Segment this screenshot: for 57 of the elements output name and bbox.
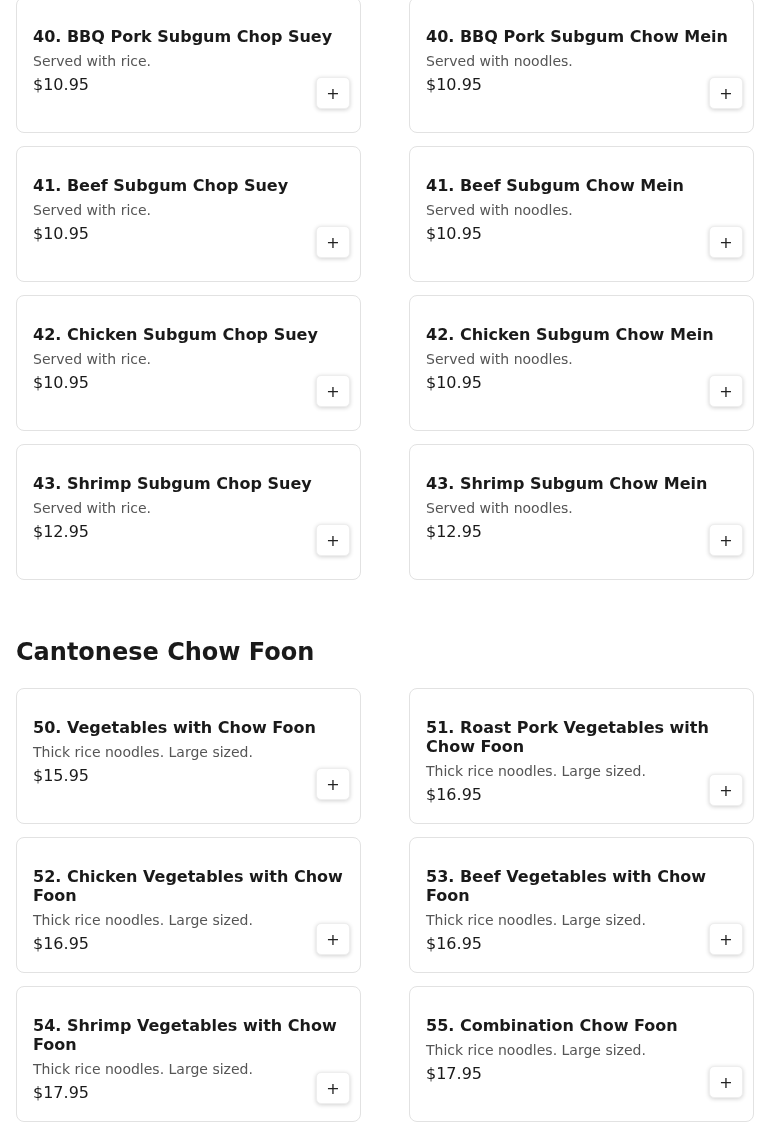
item-price: $10.95 [426, 224, 483, 244]
item-price: $12.95 [33, 522, 90, 542]
item-name: 52. Chicken Vegetables with Chow Foon [33, 867, 344, 905]
add-button[interactable]: + [316, 77, 350, 109]
item-price: $10.95 [426, 75, 483, 95]
item-name: 55. Combination Chow Foon [426, 1016, 679, 1035]
item-name: 54. Shrimp Vegetables with Chow Foon [33, 1016, 338, 1054]
item-name: 51. Roast Pork Vegetables with Chow Foon [426, 718, 710, 756]
item-price: $16.95 [33, 934, 90, 954]
item-name: 50. Vegetables with Chow Foon [33, 718, 317, 737]
add-button[interactable]: + [316, 768, 350, 800]
add-button[interactable]: + [709, 1066, 743, 1098]
item-description: Served with noodles. [426, 201, 574, 219]
item-price: $17.95 [426, 1064, 483, 1084]
section-heading: Cantonese Chow Foon [16, 637, 316, 667]
add-button[interactable]: + [316, 923, 350, 955]
item-description: Served with noodles. [426, 499, 574, 517]
item-name: 42. Chicken Subgum Chow Mein [426, 325, 715, 344]
item-description: Served with rice. [33, 52, 153, 70]
item-price: $16.95 [426, 934, 483, 954]
item-price: $10.95 [33, 224, 90, 244]
item-description: Served with rice. [33, 499, 153, 517]
item-description: Served with noodles. [426, 350, 574, 368]
item-description: Served with rice. [33, 350, 153, 368]
add-button[interactable]: + [709, 774, 743, 806]
add-button[interactable]: + [316, 1072, 350, 1104]
item-price: $15.95 [33, 766, 90, 786]
add-button[interactable]: + [316, 375, 350, 407]
item-price: $10.95 [426, 373, 483, 393]
add-button[interactable]: + [709, 923, 743, 955]
item-description: Thick rice noodles. Large sized. [33, 743, 254, 761]
item-price: $10.95 [33, 75, 90, 95]
item-name: 40. BBQ Pork Subgum Chow Mein [426, 27, 729, 46]
item-price: $12.95 [426, 522, 483, 542]
item-name: 43. Shrimp Subgum Chow Mein [426, 474, 709, 493]
item-description: Served with noodles. [426, 52, 574, 70]
item-name: 42. Chicken Subgum Chop Suey [33, 325, 319, 344]
add-button[interactable]: + [709, 77, 743, 109]
item-name: 41. Beef Subgum Chop Suey [33, 176, 290, 195]
item-price: $16.95 [426, 785, 483, 805]
item-description: Thick rice noodles. Large sized. [33, 1060, 254, 1078]
add-button[interactable]: + [709, 375, 743, 407]
item-price: $10.95 [33, 373, 90, 393]
item-name: 53. Beef Vegetables with Chow Foon [426, 867, 708, 905]
item-name: 40. BBQ Pork Subgum Chop Suey [33, 27, 334, 46]
item-description: Thick rice noodles. Large sized. [426, 911, 647, 929]
item-description: Thick rice noodles. Large sized. [33, 911, 254, 929]
add-button[interactable]: + [709, 226, 743, 258]
add-button[interactable]: + [709, 524, 743, 556]
add-button[interactable]: + [316, 226, 350, 258]
item-description: Thick rice noodles. Large sized. [426, 1041, 647, 1059]
item-description: Thick rice noodles. Large sized. [426, 762, 647, 780]
item-price: $17.95 [33, 1083, 90, 1103]
item-name: 41. Beef Subgum Chow Mein [426, 176, 685, 195]
add-button[interactable]: + [316, 524, 350, 556]
item-name: 43. Shrimp Subgum Chop Suey [33, 474, 313, 493]
item-description: Served with rice. [33, 201, 153, 219]
